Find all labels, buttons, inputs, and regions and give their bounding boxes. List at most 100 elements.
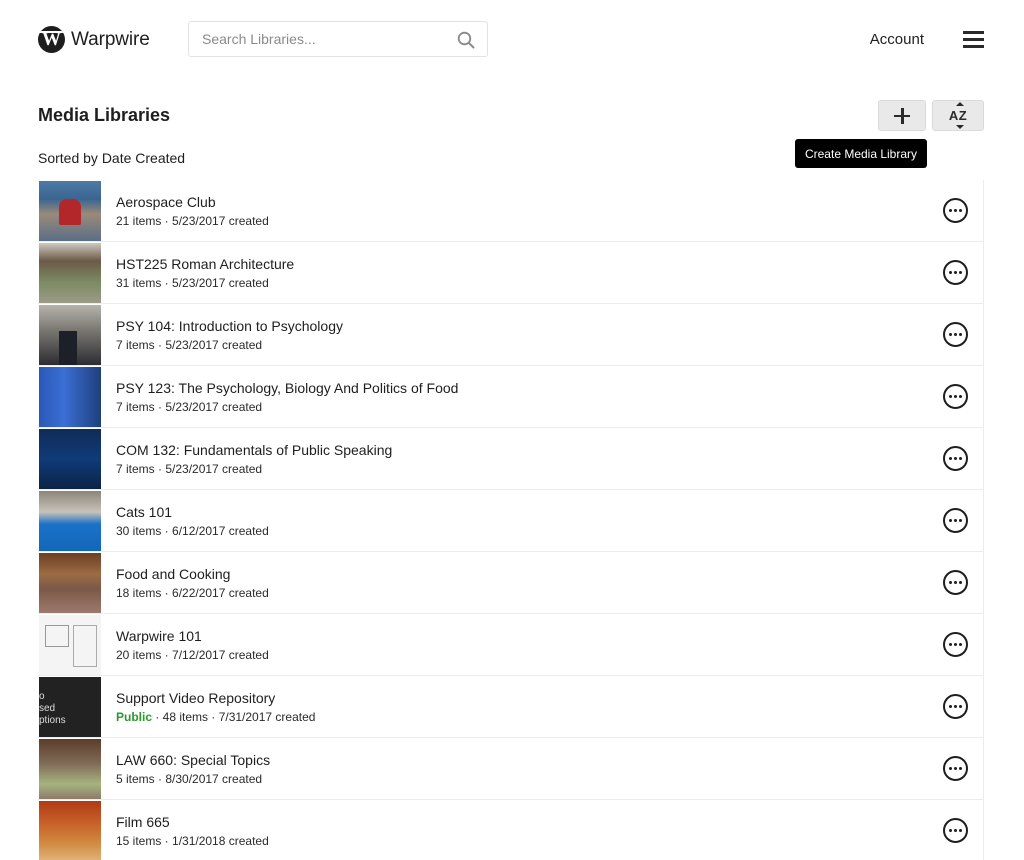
dot: [959, 271, 962, 274]
library-row[interactable]: HST225 Roman Architecture 31 items · 5/23…: [38, 242, 983, 304]
dot: [954, 767, 957, 770]
create-media-library-tooltip: Create Media Library: [795, 139, 927, 168]
library-title[interactable]: Film 665: [116, 813, 269, 831]
more-options-icon[interactable]: [943, 694, 968, 719]
more-options-icon[interactable]: [943, 570, 968, 595]
search-icon[interactable]: [457, 31, 475, 49]
more-options-icon[interactable]: [943, 384, 968, 409]
warpwire-logo[interactable]: W Warpwire: [38, 26, 150, 53]
library-row[interactable]: o sed ptions Support Video Repository Publ…: [38, 676, 983, 738]
library-thumbnail[interactable]: [39, 552, 101, 613]
menu-bar: [963, 31, 984, 34]
library-thumbnail[interactable]: [39, 366, 101, 427]
more-options-icon[interactable]: [943, 818, 968, 843]
library-title[interactable]: PSY 104: Introduction to Psychology: [116, 317, 343, 335]
dot: [954, 457, 957, 460]
dot: [954, 643, 957, 646]
library-row[interactable]: Film 665 15 items · 1/31/2018 created: [38, 800, 983, 860]
more-options-icon[interactable]: [943, 198, 968, 223]
brand-name: Warpwire: [71, 28, 150, 50]
library-meta-text: 21 items · 5/23/2017 created: [116, 214, 269, 228]
library-title[interactable]: HST225 Roman Architecture: [116, 255, 294, 273]
library-thumbnail[interactable]: [39, 800, 101, 860]
sort-alphabetical-button[interactable]: AZ: [932, 100, 984, 131]
more-options-icon[interactable]: [943, 632, 968, 657]
library-info: Warpwire 101 20 items · 7/12/2017 created: [116, 627, 269, 662]
dot: [954, 519, 957, 522]
library-title[interactable]: Cats 101: [116, 503, 269, 521]
create-media-library-button[interactable]: [878, 100, 926, 131]
library-meta-text: 15 items · 1/31/2018 created: [116, 834, 269, 848]
library-title[interactable]: LAW 660: Special Topics: [116, 751, 270, 769]
library-info: COM 132: Fundamentals of Public Speaking…: [116, 441, 392, 476]
library-thumbnail[interactable]: [39, 614, 101, 675]
dot: [954, 209, 957, 212]
library-title[interactable]: Food and Cooking: [116, 565, 269, 583]
more-options-icon[interactable]: [943, 322, 968, 347]
library-row[interactable]: Aerospace Club 21 items · 5/23/2017 creat…: [38, 180, 983, 242]
library-meta: 21 items · 5/23/2017 created: [116, 214, 269, 228]
library-info: Food and Cooking 18 items · 6/22/2017 cre…: [116, 565, 269, 600]
dot: [949, 271, 952, 274]
library-row[interactable]: COM 132: Fundamentals of Public Speaking…: [38, 428, 983, 490]
dot: [949, 519, 952, 522]
library-meta: 7 items · 5/23/2017 created: [116, 338, 343, 352]
dot: [949, 767, 952, 770]
dot: [954, 829, 957, 832]
dot: [959, 581, 962, 584]
library-title[interactable]: Aerospace Club: [116, 193, 269, 211]
library-info: Aerospace Club 21 items · 5/23/2017 creat…: [116, 193, 269, 228]
library-meta-text: · 48 items · 7/31/2017 created: [152, 710, 316, 724]
library-title[interactable]: Support Video Repository: [116, 689, 315, 707]
library-thumbnail[interactable]: [39, 738, 101, 799]
dot: [954, 333, 957, 336]
library-thumbnail[interactable]: [39, 490, 101, 551]
dot: [949, 395, 952, 398]
dot: [959, 209, 962, 212]
search-libraries-input[interactable]: [189, 22, 449, 56]
library-row[interactable]: Food and Cooking 18 items · 6/22/2017 cre…: [38, 552, 983, 614]
library-thumbnail[interactable]: [39, 428, 101, 489]
library-meta-text: 7 items · 5/23/2017 created: [116, 338, 263, 352]
public-badge: Public: [116, 710, 153, 724]
library-thumbnail[interactable]: [39, 304, 101, 365]
page-title: Media Libraries: [38, 105, 171, 125]
plus-icon: [894, 107, 910, 124]
dot: [949, 829, 952, 832]
library-thumbnail[interactable]: [39, 180, 101, 241]
library-meta: 18 items · 6/22/2017 created: [116, 586, 269, 600]
library-info: LAW 660: Special Topics 5 items · 8/30/20…: [116, 751, 270, 786]
dot: [959, 829, 962, 832]
library-meta-text: 30 items · 6/12/2017 created: [116, 524, 269, 538]
more-options-icon[interactable]: [943, 756, 968, 781]
library-thumbnail[interactable]: [39, 242, 101, 303]
dot: [954, 705, 957, 708]
library-title[interactable]: COM 132: Fundamentals of Public Speaking: [116, 441, 392, 459]
logo-letter: W: [42, 28, 61, 50]
library-row[interactable]: PSY 104: Introduction to Psychology 7 ite…: [38, 304, 983, 366]
dot: [959, 643, 962, 646]
library-title[interactable]: PSY 123: The Psychology, Biology And Pol…: [116, 379, 458, 397]
library-title[interactable]: Warpwire 101: [116, 627, 269, 645]
more-options-icon[interactable]: [943, 260, 968, 285]
library-meta-text: 7 items · 5/23/2017 created: [116, 462, 263, 476]
dot: [959, 767, 962, 770]
more-options-icon[interactable]: [943, 508, 968, 533]
library-row[interactable]: Warpwire 101 20 items · 7/12/2017 created: [38, 614, 983, 676]
more-options-icon[interactable]: [943, 446, 968, 471]
library-meta-text: 31 items · 5/23/2017 created: [116, 276, 269, 290]
library-row[interactable]: Cats 101 30 items · 6/12/2017 created: [38, 490, 983, 552]
account-link[interactable]: Account: [870, 31, 924, 48]
library-info: PSY 123: The Psychology, Biology And Pol…: [116, 379, 458, 414]
library-row[interactable]: PSY 123: The Psychology, Biology And Pol…: [38, 366, 983, 428]
library-row[interactable]: LAW 660: Special Topics 5 items · 8/30/20…: [38, 738, 983, 800]
dot: [949, 643, 952, 646]
library-thumbnail[interactable]: o sed ptions: [39, 676, 101, 737]
hamburger-menu-icon[interactable]: [963, 31, 984, 48]
library-meta-text: 20 items · 7/12/2017 created: [116, 648, 269, 662]
dot: [949, 209, 952, 212]
media-library-list: Aerospace Club 21 items · 5/23/2017 creat…: [38, 180, 984, 860]
dot: [959, 333, 962, 336]
dot: [949, 705, 952, 708]
dot: [954, 395, 957, 398]
